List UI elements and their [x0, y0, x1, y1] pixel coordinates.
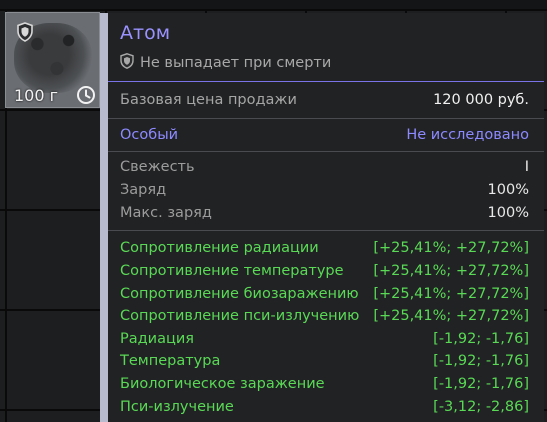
tooltip-header: Атом Не выпадает при смерти	[108, 13, 544, 82]
effect-label: Сопротивление температуре	[120, 262, 344, 279]
effect-row: Биологическое заражение [-1,92; -1,76]	[108, 373, 544, 396]
rarity-label: Особый	[120, 127, 179, 143]
effect-label: Сопротивление биозаражению	[120, 285, 359, 302]
effect-row: Сопротивление пси-излучению [+25,41%; +2…	[108, 305, 544, 328]
effect-row: Сопротивление температуре [+25,41%; +27,…	[108, 260, 544, 283]
effect-label: Сопротивление пси-излучению	[120, 308, 360, 325]
price-label: Базовая цена продажи	[120, 92, 297, 108]
shield-icon	[12, 19, 38, 45]
item-tooltip: Атом Не выпадает при смерти Базовая цена…	[100, 13, 544, 422]
stat-label: Макс. заряд	[120, 204, 212, 221]
stat-row: Свежесть I	[108, 156, 544, 179]
inventory-item-slot[interactable]: 100 г	[5, 12, 100, 108]
effect-label: Пси-излучение	[120, 398, 234, 415]
research-status: Не исследовано	[406, 127, 529, 143]
stat-row: Макс. заряд 100%	[108, 201, 544, 224]
drop-status-text: Не выпадает при смерти	[140, 55, 332, 71]
effect-row: Температура [-1,92; -1,76]	[108, 350, 544, 373]
stat-value: 100%	[487, 182, 529, 199]
effect-label: Сопротивление радиации	[120, 240, 319, 257]
stat-value: 100%	[487, 204, 529, 221]
price-value: 120 000 руб.	[433, 92, 529, 108]
stats-section: Свежесть I Заряд 100% Макс. заряд 100%	[108, 152, 544, 232]
effect-row: Сопротивление радиации [+25,41%; +27,72%…	[108, 237, 544, 260]
effect-value: [-3,12; -2,86]	[433, 398, 529, 415]
effect-label: Температура	[120, 353, 221, 370]
effect-value: [-1,92; -1,76]	[433, 330, 529, 347]
clock-icon	[76, 85, 96, 105]
stat-label: Заряд	[120, 182, 167, 199]
drop-status: Не выпадает при смерти	[120, 53, 331, 73]
effects-section: Сопротивление радиации [+25,41%; +27,72%…	[108, 231, 544, 418]
effect-row: Сопротивление биозаражению [+25,41%; +27…	[108, 282, 544, 305]
stat-label: Свежесть	[120, 159, 195, 176]
price-row: Базовая цена продажи 120 000 руб.	[108, 82, 544, 119]
stat-row: Заряд 100%	[108, 179, 544, 202]
effect-value: [-1,92; -1,76]	[433, 353, 529, 370]
effect-value: [+25,41%; +27,72%]	[373, 262, 529, 279]
effect-value: [+25,41%; +27,72%]	[373, 240, 529, 257]
item-title: Атом	[120, 22, 171, 44]
item-weight: 100 г	[14, 86, 59, 105]
effect-value: [-1,92; -1,76]	[433, 375, 529, 392]
inventory-top-bar	[0, 0, 547, 9]
effect-value: [+25,41%; +27,72%]	[373, 308, 529, 325]
effect-row: Радиация [-1,92; -1,76]	[108, 327, 544, 350]
effect-label: Радиация	[120, 330, 194, 347]
effect-value: [+25,41%; +27,72%]	[373, 285, 529, 302]
shield-icon	[120, 53, 134, 73]
research-status-row: Особый Не исследовано	[108, 119, 544, 152]
effect-label: Биологическое заражение	[120, 375, 325, 392]
effect-row: Пси-излучение [-3,12; -2,86]	[108, 395, 544, 418]
stat-value: I	[524, 159, 529, 176]
